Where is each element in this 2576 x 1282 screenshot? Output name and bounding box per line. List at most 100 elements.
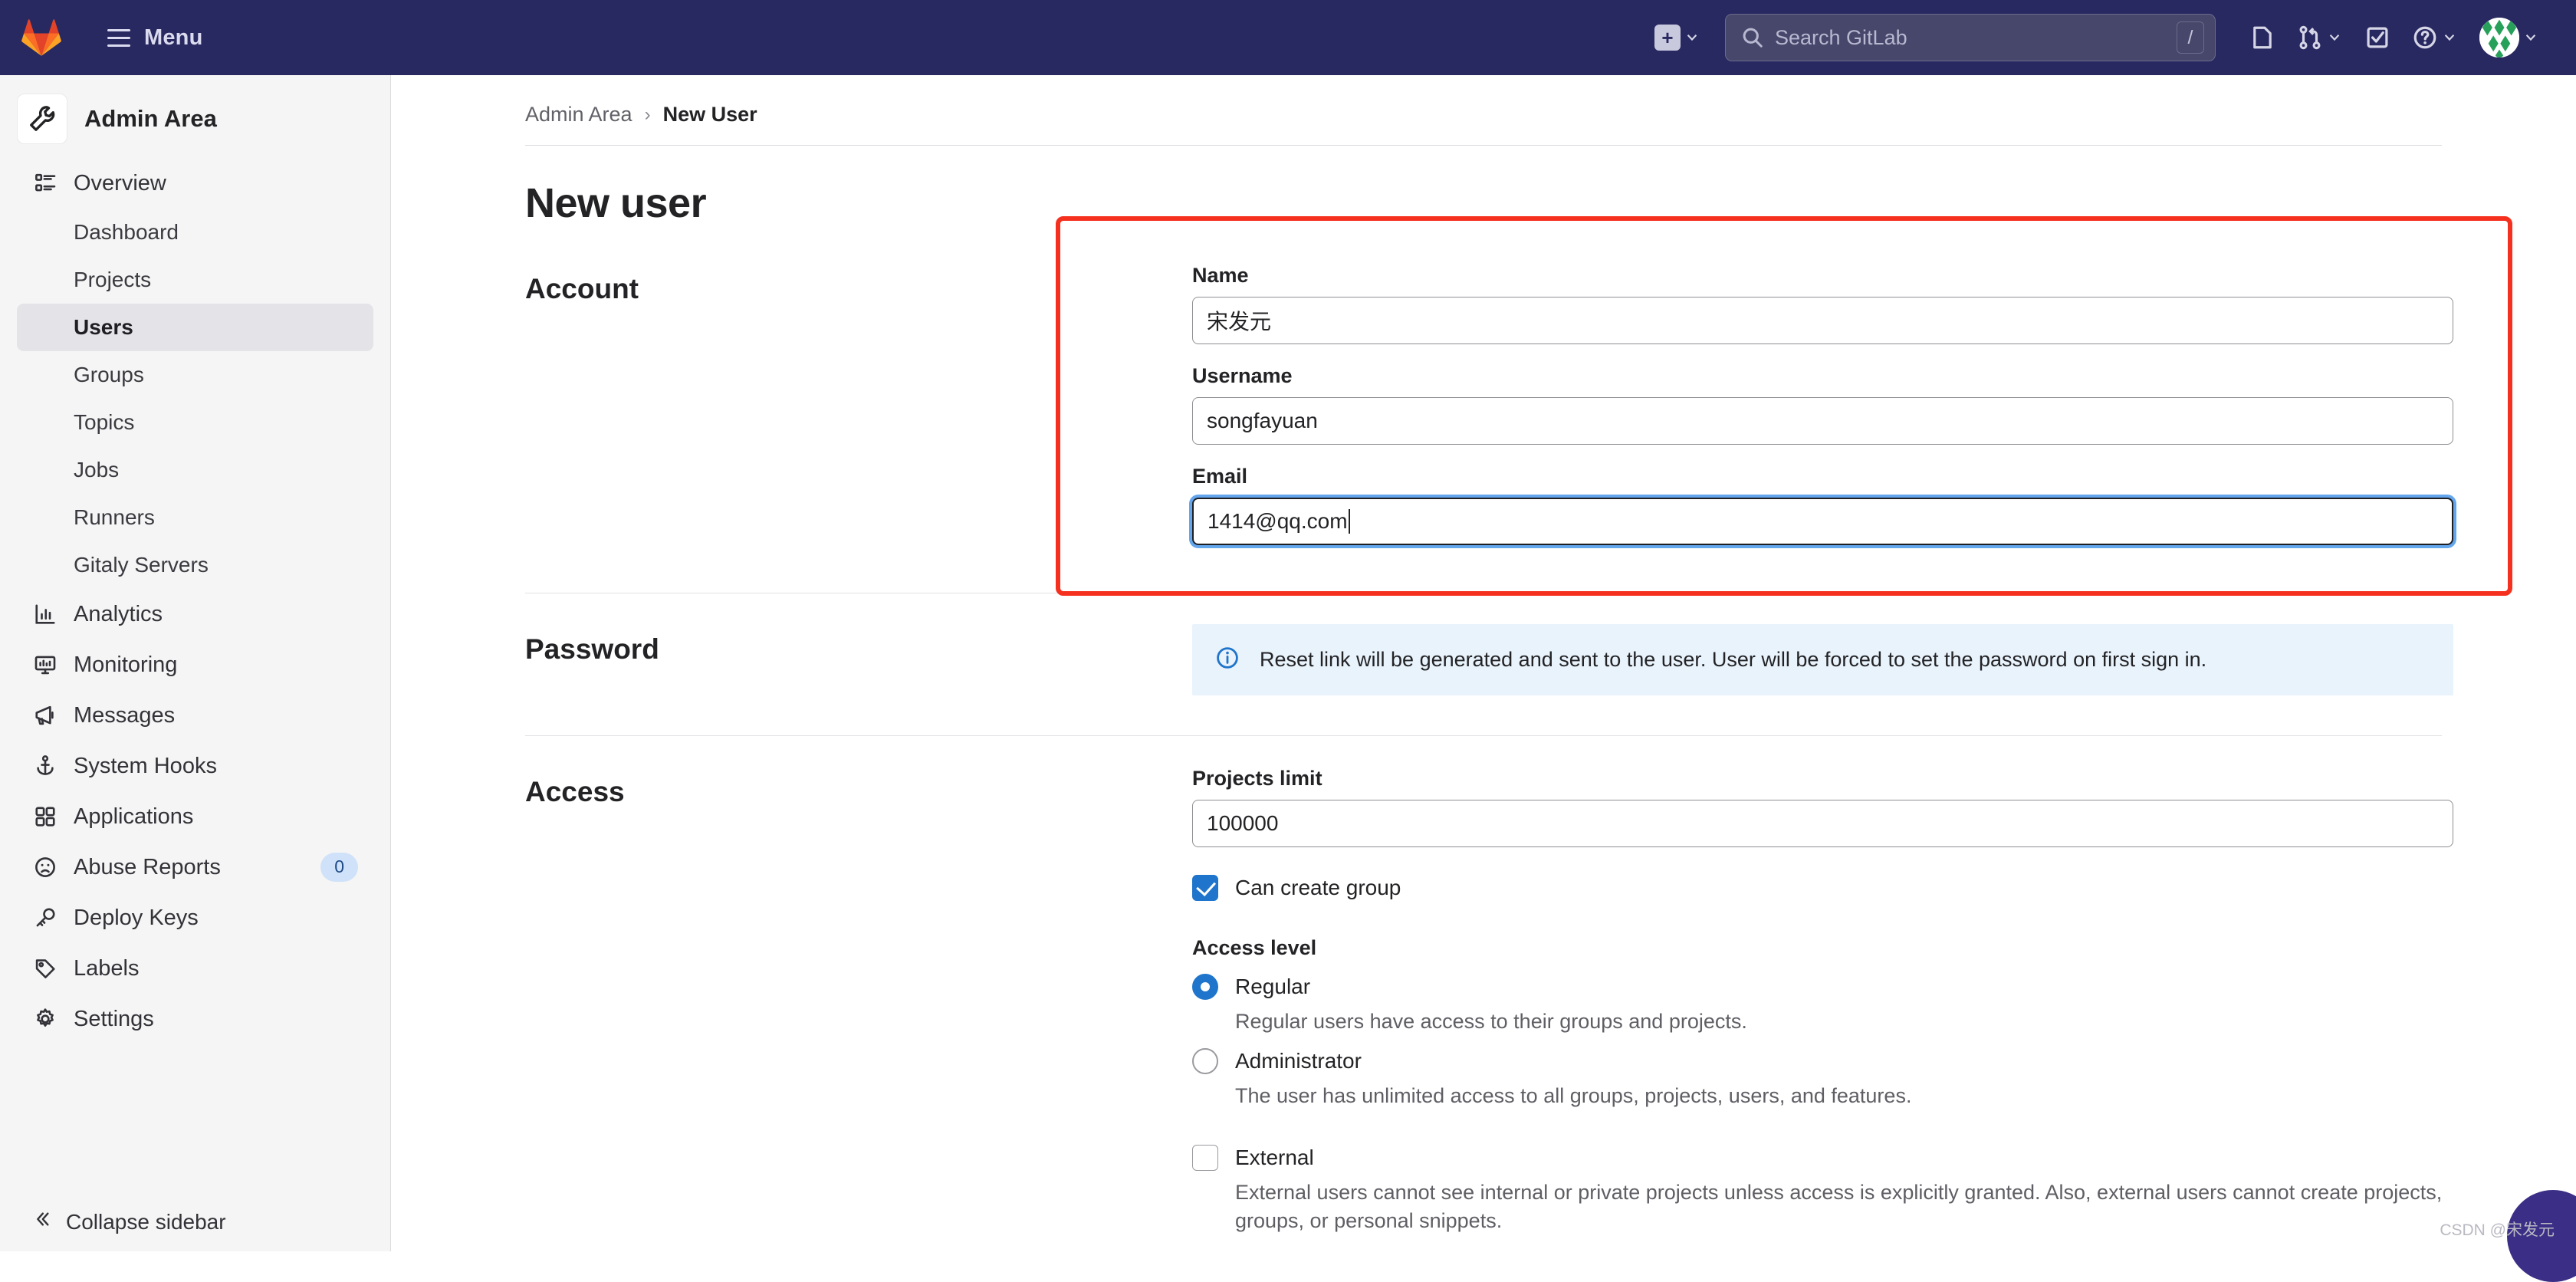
sidebar-item-topics[interactable]: Topics xyxy=(17,399,373,446)
external-label: External xyxy=(1235,1146,1314,1170)
sidebar-item-label: Messages xyxy=(74,703,175,728)
avatar xyxy=(2479,18,2519,58)
access-level-regular-help: Regular users have access to their group… xyxy=(1235,1008,2453,1036)
sidebar-context-title: Admin Area xyxy=(84,105,217,133)
projects-limit-field-group: Projects limit 100000 xyxy=(1192,767,2453,847)
sidebar-item-messages[interactable]: Messages xyxy=(17,690,373,741)
hook-anchor-icon xyxy=(32,753,58,779)
watermark-text: CSDN @宋发元 xyxy=(2440,1218,2555,1241)
search-icon xyxy=(1741,26,1764,49)
collapse-sidebar-button[interactable]: Collapse sidebar xyxy=(0,1192,390,1251)
user-menu-button[interactable] xyxy=(2470,13,2548,62)
name-label: Name xyxy=(1192,264,2453,288)
monitor-icon xyxy=(32,652,58,678)
sidebar-item-overview[interactable]: Overview xyxy=(17,158,373,209)
sidebar-nav-list: Overview DashboardProjectsUsers Groups Topi… xyxy=(0,155,390,1192)
access-section-label: Access xyxy=(525,753,1192,808)
password-info-text: Reset link will be generated and sent to… xyxy=(1260,646,2206,673)
access-level-administrator-help: The user has unlimited access to all gro… xyxy=(1235,1082,2453,1110)
projects-limit-label: Projects limit xyxy=(1192,767,2453,791)
plus-square-icon: + xyxy=(1654,25,1681,51)
access-level-regular-label: Regular xyxy=(1235,975,1310,999)
text-cursor xyxy=(1349,509,1350,534)
sidebar-context-header[interactable]: Admin Area xyxy=(0,75,390,155)
sidebar-item-applications[interactable]: Applications xyxy=(17,791,373,842)
chevron-down-icon xyxy=(2522,29,2539,46)
overview-list-icon xyxy=(32,170,58,196)
menu-button[interactable]: Menu xyxy=(97,18,214,58)
search-shortcut-key: / xyxy=(2177,21,2204,54)
chevron-double-left-icon xyxy=(32,1209,52,1234)
email-input[interactable]: 1414@qq.com xyxy=(1192,498,2453,545)
access-level-administrator-label: Administrator xyxy=(1235,1049,1362,1073)
chevron-down-icon xyxy=(2326,29,2343,46)
sidebar-item-users[interactable]: Users xyxy=(17,304,373,351)
sidebar-item-label: Groups xyxy=(74,363,144,387)
sidebar-item-settings[interactable]: Settings xyxy=(17,994,373,1044)
new-item-button[interactable]: + xyxy=(1645,13,1710,62)
todos-button[interactable] xyxy=(2355,13,2400,62)
access-level-administrator-radio[interactable] xyxy=(1192,1048,1218,1074)
topbar-left-group: Menu xyxy=(0,18,214,58)
sidebar-item-analytics[interactable]: Analytics xyxy=(17,589,373,639)
sidebar-item-label: Jobs xyxy=(74,458,119,482)
collapse-sidebar-label: Collapse sidebar xyxy=(66,1210,226,1234)
sidebar-item-runners[interactable]: Runners xyxy=(17,494,373,541)
page-title: New user xyxy=(391,146,2576,227)
hamburger-icon xyxy=(107,29,130,47)
name-input-value: 宋发元 xyxy=(1207,305,1271,336)
access-level-regular-radio[interactable] xyxy=(1192,974,1218,1000)
chevron-down-icon xyxy=(2441,29,2458,46)
gitlab-tanuki-icon[interactable] xyxy=(21,18,61,58)
sidebar-item-label: Runners xyxy=(74,505,155,530)
sidebar-item-label: Deploy Keys xyxy=(74,906,199,931)
issues-button[interactable] xyxy=(2240,13,2285,62)
topbar-right-group: + Search GitLab / xyxy=(1645,13,2576,62)
top-navbar: Menu + Search GitLab / xyxy=(0,0,2576,75)
gear-icon xyxy=(32,1006,58,1032)
name-input[interactable]: 宋发元 xyxy=(1192,297,2453,344)
sidebar-item-groups[interactable]: Groups xyxy=(17,351,373,399)
sidebar-item-label: Applications xyxy=(74,804,193,830)
sidebar-item-gitaly-servers[interactable]: Gitaly Servers xyxy=(17,541,373,589)
sidebar-item-label: Overview xyxy=(74,171,166,196)
account-section: Account Name 宋发元 Username songfayuan Ema… xyxy=(391,227,2576,553)
sidebar-item-label: Gitaly Servers xyxy=(74,553,209,577)
merge-requests-button[interactable] xyxy=(2288,13,2352,62)
breadcrumb-current[interactable]: New User xyxy=(663,103,757,127)
sidebar-item-badge: 0 xyxy=(320,853,358,882)
email-input-value: 1414@qq.com xyxy=(1208,509,1348,534)
sidebar-item-deploy-keys[interactable]: Deploy Keys xyxy=(17,892,373,943)
breadcrumb: Admin Area › New User xyxy=(391,75,2576,127)
sad-face-icon xyxy=(32,854,58,880)
external-checkbox[interactable] xyxy=(1192,1145,1218,1171)
access-level-administrator-row[interactable]: Administrator xyxy=(1192,1048,2453,1074)
label-tag-icon xyxy=(32,955,58,981)
search-input[interactable]: Search GitLab / xyxy=(1725,14,2216,61)
breadcrumb-parent[interactable]: Admin Area xyxy=(525,103,632,127)
sidebar-item-label: Topics xyxy=(74,410,134,435)
external-row[interactable]: External xyxy=(1192,1145,2453,1171)
sidebar-item-monitoring[interactable]: Monitoring xyxy=(17,639,373,690)
sidebar-item-labels[interactable]: Labels xyxy=(17,943,373,994)
sidebar-item-system-hooks[interactable]: System Hooks xyxy=(17,741,373,791)
access-level-regular-row[interactable]: Regular xyxy=(1192,974,2453,1000)
sidebar-item-jobs[interactable]: Jobs xyxy=(17,446,373,494)
sidebar-item-abuse-reports[interactable]: Abuse Reports 0 xyxy=(17,842,373,892)
help-button[interactable] xyxy=(2403,13,2467,62)
can-create-group-checkbox[interactable] xyxy=(1192,875,1218,901)
can-create-group-row[interactable]: Can create group xyxy=(1192,875,2453,901)
applications-icon xyxy=(32,804,58,830)
projects-limit-input[interactable]: 100000 xyxy=(1192,800,2453,847)
username-input[interactable]: songfayuan xyxy=(1192,397,2453,445)
sidebar-item-label: Settings xyxy=(74,1007,154,1032)
email-field-group: Email 1414@qq.com xyxy=(1192,465,2453,545)
sidebar-item-label: Abuse Reports xyxy=(74,855,221,880)
account-fields: Name 宋发元 Username songfayuan Email 1414@… xyxy=(1192,250,2453,553)
sidebar-item-projects[interactable]: Projects xyxy=(17,256,373,304)
chart-bar-icon xyxy=(32,601,58,627)
access-body: Projects limit 100000 Can create group A… xyxy=(1192,753,2453,1235)
sidebar-item-label: Analytics xyxy=(74,602,163,627)
sidebar-item-label: System Hooks xyxy=(74,754,217,779)
sidebar-item-dashboard[interactable]: Dashboard xyxy=(17,209,373,256)
